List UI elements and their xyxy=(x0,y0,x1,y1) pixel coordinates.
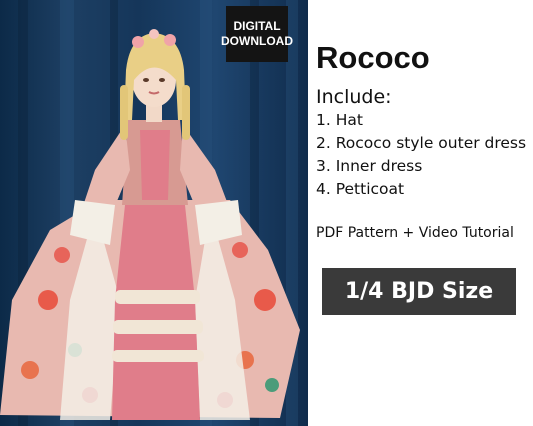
size-badge: 1/4 BJD Size xyxy=(322,268,516,315)
list-item: 1. Hat xyxy=(316,111,363,129)
size-label: 1/4 BJD Size xyxy=(344,279,494,304)
inner-dress xyxy=(112,205,200,420)
included-items-list: 1. Hat 2. Rococo style outer dress 3. In… xyxy=(316,109,526,201)
doll-illustration xyxy=(0,0,300,426)
include-heading: Include: xyxy=(316,86,392,108)
product-title: Rococo xyxy=(316,40,430,75)
digital-download-badge: DIGITAL DOWNLOAD xyxy=(221,6,293,62)
list-item: 4. Petticoat xyxy=(316,180,405,198)
list-item: 3. Inner dress xyxy=(316,157,423,175)
product-photo: DIGITAL DOWNLOAD xyxy=(0,0,308,426)
pattern-tagline: PDF Pattern + Video Tutorial xyxy=(316,225,514,241)
badge-line-1: DIGITAL xyxy=(233,19,281,33)
list-item: 2. Rococo style outer dress xyxy=(316,134,527,152)
badge-line-2: DOWNLOAD xyxy=(221,34,293,48)
ruffles xyxy=(112,290,204,362)
